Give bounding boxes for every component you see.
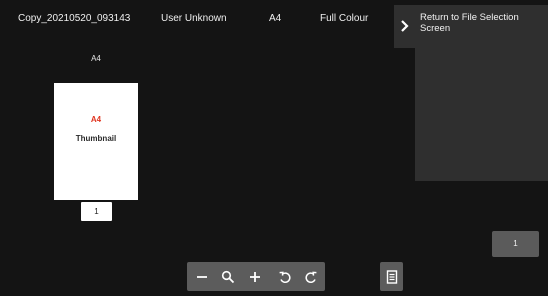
zoom-out-icon <box>196 275 207 278</box>
page-thumbnail[interactable]: A4 Thumbnail <box>54 83 138 200</box>
thumbnail-paper-size: A4 <box>90 115 102 124</box>
rotate-right-button[interactable] <box>299 262 322 291</box>
zoom-in-icon <box>249 271 260 282</box>
thumbnail-caption: A4 <box>91 54 101 63</box>
zoom-in-button[interactable] <box>243 262 266 291</box>
file-name: Copy_20210520_093143 <box>18 13 131 24</box>
colour-mode: Full Colour <box>320 13 369 24</box>
zoom-button[interactable] <box>216 262 239 291</box>
side-panel <box>415 48 548 181</box>
page-button[interactable]: 1 <box>492 231 539 257</box>
document-list-button[interactable] <box>380 262 403 291</box>
zoom-out-button[interactable] <box>190 262 213 291</box>
chevron-right-icon <box>401 20 409 32</box>
return-label: Return to File Selection Screen <box>420 12 519 34</box>
return-to-file-selection-button[interactable]: Return to File Selection Screen <box>394 5 548 48</box>
rotate-right-icon <box>304 271 316 283</box>
document-list-icon <box>386 269 397 284</box>
thumbnail-label: Thumbnail <box>75 134 117 143</box>
magnifier-icon <box>221 270 234 283</box>
rotate-left-button[interactable] <box>273 262 296 291</box>
user-name: User Unknown <box>161 13 227 24</box>
zoom-rotate-toolbar <box>187 262 325 291</box>
rotate-left-icon <box>279 271 291 283</box>
paper-size: A4 <box>269 13 282 24</box>
page-number-box: 1 <box>81 202 112 221</box>
